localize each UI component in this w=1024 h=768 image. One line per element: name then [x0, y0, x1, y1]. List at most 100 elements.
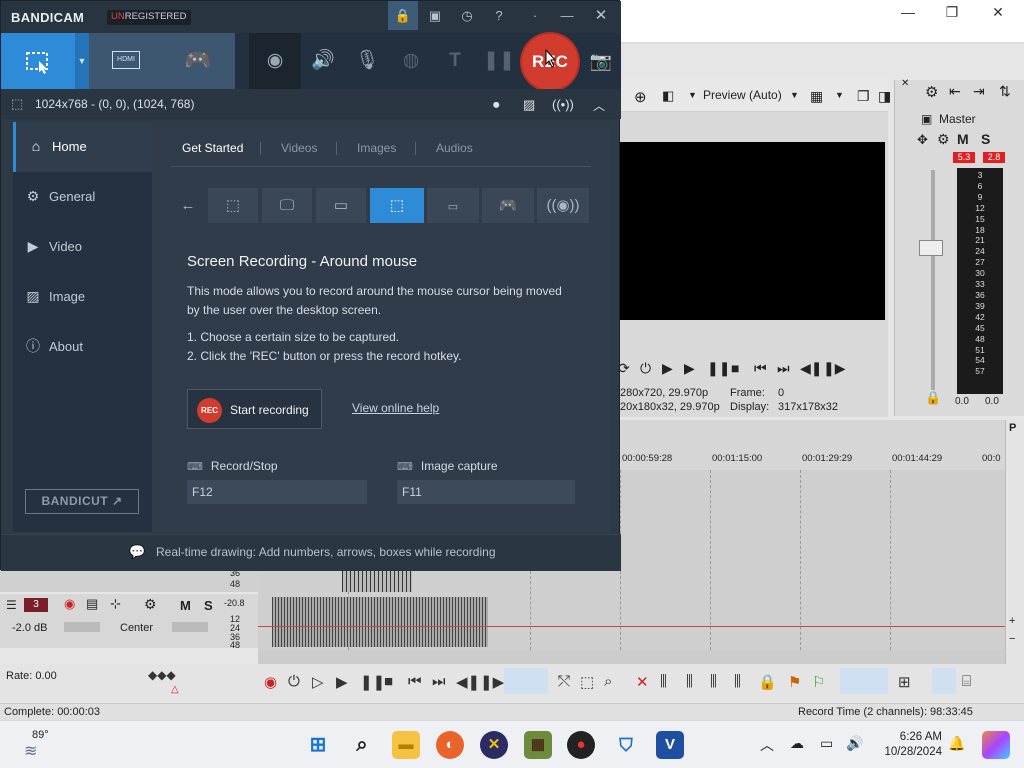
firefox-icon[interactable]: ◐: [436, 731, 464, 759]
copy-icon[interactable]: ⫼: [710, 673, 717, 690]
mode-game-button[interactable]: 🎮: [482, 188, 534, 223]
minimize-to-tray-icon[interactable]: ·: [522, 6, 548, 26]
paste-icon[interactable]: ⫼: [734, 673, 741, 690]
close-button[interactable]: ✕: [976, 2, 1020, 22]
pan-slider[interactable]: [172, 622, 208, 632]
gear-icon[interactable]: ⚙: [937, 131, 950, 148]
game-mode-button[interactable]: 🎮: [162, 33, 235, 89]
chevron-down-icon[interactable]: ▼: [835, 90, 844, 100]
play-from-start-icon[interactable]: ▷: [312, 673, 324, 691]
frame-icon[interactable]: ◧: [662, 88, 674, 104]
grid-icon[interactable]: ⊞: [898, 673, 911, 691]
text-overlay-button[interactable]: T: [433, 33, 477, 89]
prev-icon[interactable]: ⏮: [408, 673, 422, 690]
ripple-button[interactable]: [932, 668, 956, 694]
display-icon[interactable]: ▭: [820, 735, 833, 752]
help-icon[interactable]: ?: [486, 6, 512, 26]
chevron-down-icon[interactable]: ▼: [790, 90, 799, 100]
move-icon[interactable]: ✥: [917, 132, 928, 148]
sidebar-item-image[interactable]: ▨ Image: [13, 272, 152, 322]
marker-icon[interactable]: ⚑: [788, 673, 801, 691]
solo-button[interactable]: S: [981, 131, 990, 147]
minimize-button[interactable]: —: [886, 2, 930, 22]
screenshot-button[interactable]: 📷: [579, 33, 623, 89]
folder-icon[interactable]: ▣: [422, 6, 448, 26]
expand-icon[interactable]: ⇤: [949, 83, 961, 100]
minimize-icon[interactable]: —: [554, 6, 580, 26]
track-header-audio[interactable]: ☰ 3 ◉ ▤ ⊹ ⚙ M S -20.8 -2.0 dB Center 12 …: [0, 594, 258, 650]
power-icon[interactable]: ⏻: [640, 360, 651, 377]
edit-tool-button[interactable]: [504, 668, 548, 694]
next-icon[interactable]: ⏭: [432, 673, 446, 690]
mode-fullscreen-button[interactable]: 🖵: [262, 188, 312, 223]
microphone-button[interactable]: 🎙: [345, 33, 389, 89]
mode-device-button[interactable]: ▭: [427, 188, 479, 223]
snapping-button[interactable]: [840, 668, 888, 694]
loop-icon[interactable]: ⏻: [288, 673, 300, 690]
gear-icon[interactable]: ⚙: [925, 83, 938, 101]
pause-button[interactable]: ❚❚: [477, 33, 521, 89]
settings-icon[interactable]: ⇅: [999, 83, 1011, 100]
next-icon[interactable]: ⏭: [777, 360, 790, 377]
search-icon[interactable]: ⌕: [348, 731, 376, 759]
mode-rectangle-button[interactable]: ⬚: [208, 188, 258, 223]
timeline-ruler[interactable]: 00:00:59:28 00:01:15:00 00:01:29:29 00:0…: [620, 420, 1005, 470]
image-icon[interactable]: ▨: [523, 97, 535, 113]
overlay-icon[interactable]: ◨: [878, 88, 891, 105]
tab-videos[interactable]: Videos: [281, 141, 317, 155]
master-fader[interactable]: [919, 240, 943, 256]
footer-tip[interactable]: 💬 Real-time drawing: Add numbers, arrows…: [1, 534, 621, 571]
video-clip[interactable]: [342, 568, 412, 592]
play-icon[interactable]: ▶: [662, 360, 673, 377]
timeline-scrollbar[interactable]: [258, 650, 1020, 664]
selection-tool-icon[interactable]: ⬚: [580, 673, 594, 691]
p-button[interactable]: P: [1009, 422, 1016, 434]
close-icon[interactable]: ✕: [588, 6, 614, 26]
chevron-up-icon[interactable]: ︿: [760, 735, 774, 755]
device-mode-button[interactable]: HDMI: [89, 33, 162, 89]
track-header-video[interactable]: 36 48: [0, 568, 258, 592]
rate-slider[interactable]: ◆◆◆: [148, 668, 176, 682]
fx-icon[interactable]: ▤: [86, 596, 98, 612]
trim-icon[interactable]: ⫼: [660, 673, 667, 690]
lock-icon[interactable]: 🔒: [925, 390, 941, 406]
delete-icon[interactable]: ✕: [636, 673, 649, 691]
collapse-icon[interactable]: ⇥: [973, 83, 985, 100]
clock-icon[interactable]: ◷: [454, 6, 480, 26]
bandicam-taskbar-icon[interactable]: ●: [567, 731, 595, 759]
play-icon[interactable]: ▶: [684, 360, 695, 377]
broadcast-icon[interactable]: ((•)): [552, 97, 574, 112]
record-icon[interactable]: ◉: [264, 673, 277, 691]
automation-icon[interactable]: ⊹: [110, 596, 121, 612]
mode-audio-button[interactable]: ((◉)): [537, 188, 589, 223]
forward-icon[interactable]: ❚▶: [823, 360, 846, 377]
app-x-icon[interactable]: ✕: [480, 731, 508, 759]
tab-images[interactable]: Images: [357, 141, 396, 155]
view-online-help-link[interactable]: View online help: [352, 401, 439, 415]
tab-audios[interactable]: Audios: [436, 141, 473, 155]
rewind-icon[interactable]: ◀❚: [800, 360, 823, 377]
zoom-tool-icon[interactable]: ⌕: [604, 673, 612, 690]
chevron-down-icon[interactable]: ▼: [688, 90, 697, 100]
security-shield-icon[interactable]: ⛉: [612, 731, 640, 759]
close-icon[interactable]: ✕: [901, 78, 909, 89]
solo-button[interactable]: S: [204, 598, 213, 613]
lock-icon[interactable]: 🔒: [758, 673, 777, 691]
windows-start-icon[interactable]: ⊞: [304, 731, 332, 759]
notification-bell-icon[interactable]: 🔔: [948, 735, 965, 752]
minecraft-icon[interactable]: ▦: [524, 731, 552, 759]
unregistered-badge[interactable]: UNREGISTERED: [107, 10, 191, 25]
cut-icon[interactable]: ⫼: [686, 673, 693, 690]
start-recording-button[interactable]: REC Start recording: [187, 389, 322, 429]
region-icon[interactable]: ⚐: [812, 673, 825, 691]
zoom-in-button[interactable]: +: [1009, 615, 1015, 627]
copilot-icon[interactable]: [982, 731, 1010, 759]
mute-button[interactable]: M: [180, 598, 191, 613]
sidebar-item-home[interactable]: ⌂ Home: [13, 122, 152, 172]
zoom-out-button[interactable]: −: [1009, 633, 1015, 645]
mode-dropdown[interactable]: ▼: [75, 33, 89, 89]
rectangle-mode-button[interactable]: [1, 33, 75, 89]
image-hotkey-field[interactable]: F11: [397, 480, 575, 504]
collapse-up-icon[interactable]: ︿: [593, 97, 605, 114]
record-arm-icon[interactable]: ◉: [64, 596, 75, 612]
